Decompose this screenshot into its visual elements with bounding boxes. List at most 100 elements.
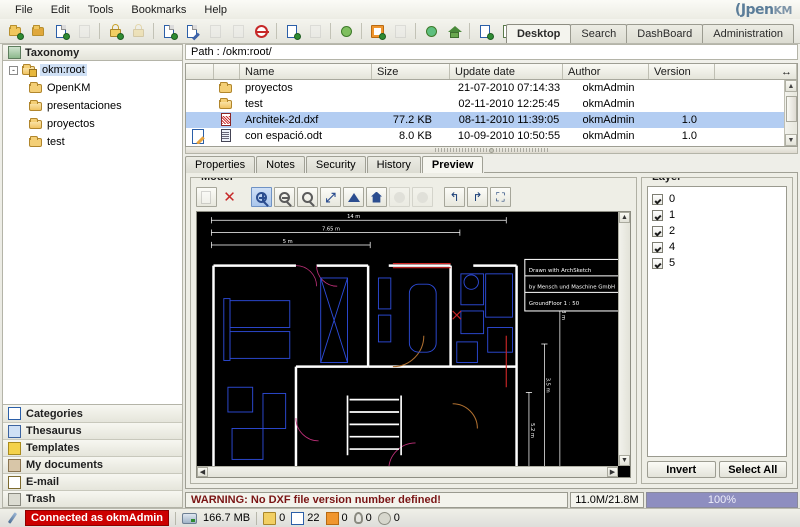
cancel-checkout-button[interactable] xyxy=(250,21,272,42)
tree-node-proyectos[interactable]: proyectos xyxy=(3,115,182,133)
layer-checkbox-0[interactable] xyxy=(652,193,663,205)
scroll-down-icon[interactable]: ▼ xyxy=(785,134,797,146)
tab-administration[interactable]: Administration xyxy=(702,24,794,43)
list-item[interactable]: 0 xyxy=(652,191,786,207)
tab-bar-filler xyxy=(484,156,798,173)
menu-item-bookmarks[interactable]: Bookmarks xyxy=(122,2,195,18)
lock-button[interactable] xyxy=(104,21,126,42)
tree-node-openkm[interactable]: OpenKM xyxy=(3,79,182,97)
select-all-button[interactable]: Select All xyxy=(718,461,787,478)
collapse-icon[interactable]: - xyxy=(9,65,18,75)
horizontal-splitter[interactable] xyxy=(185,147,798,154)
measure-button[interactable] xyxy=(343,187,364,207)
layer-checkbox-4[interactable] xyxy=(652,241,663,253)
send-mail-button[interactable] xyxy=(366,21,388,42)
row-action-cell[interactable] xyxy=(186,128,214,144)
download-document-button[interactable] xyxy=(50,21,72,42)
column-header-update-date[interactable]: Update date xyxy=(450,64,563,79)
progress-bar: 100% xyxy=(646,492,798,508)
sidebar-item-thesaurus[interactable]: Thesaurus xyxy=(3,422,182,439)
edit-document-button[interactable] xyxy=(181,21,203,42)
column-resize-handle[interactable]: ↔ xyxy=(715,64,797,79)
add-note-button[interactable] xyxy=(281,21,303,42)
tab-history[interactable]: History xyxy=(366,156,421,173)
create-folder-button[interactable] xyxy=(4,21,26,42)
tab-preview[interactable]: Preview xyxy=(421,156,484,173)
layer-list[interactable]: 0 1 2 4 5 xyxy=(647,186,787,457)
dxf-canvas-container[interactable]: 14 m 7.65 m 5 m 8 m 3.5 m 5.2 m Drawn wi… xyxy=(196,211,631,478)
find-folder-button[interactable] xyxy=(27,21,49,42)
home-icon xyxy=(447,24,462,39)
sidebar-item-my-documents[interactable]: My documents xyxy=(3,456,182,473)
tab-search[interactable]: Search xyxy=(570,24,628,43)
layer-checkbox-2[interactable] xyxy=(652,225,663,237)
rotate-left-icon: ↰ xyxy=(449,190,460,204)
table-row[interactable]: Architek-2d.dxf 77.2 KB 08-11-2010 11:39… xyxy=(186,112,797,128)
dxf-drawing[interactable]: 14 m 7.65 m 5 m 8 m 3.5 m 5.2 m Drawn wi… xyxy=(197,212,630,478)
refresh-button[interactable] xyxy=(420,21,442,42)
file-list-scrollbar[interactable]: ▲ ▼ xyxy=(784,80,797,146)
tab-security[interactable]: Security xyxy=(305,156,366,173)
canvas-scroll-up-icon[interactable]: ▲ xyxy=(619,212,630,223)
column-header-name[interactable]: Name xyxy=(240,64,372,79)
menu-item-tools[interactable]: Tools xyxy=(79,2,123,18)
tree-node-test[interactable]: test xyxy=(3,133,182,151)
layer-checkbox-5[interactable] xyxy=(652,257,663,269)
home-button[interactable] xyxy=(443,21,465,42)
tab-desktop[interactable]: Desktop xyxy=(505,24,572,43)
table-row[interactable]: con espació.odt 8.0 KB 10-09-2010 10:50:… xyxy=(186,128,797,144)
scroll-up-icon[interactable]: ▲ xyxy=(785,80,797,92)
list-item[interactable]: 2 xyxy=(652,223,786,239)
zoom-window-button[interactable] xyxy=(297,187,318,207)
column-header-version[interactable]: Version xyxy=(649,64,715,79)
sidebar-item-email[interactable]: E-mail xyxy=(3,473,182,490)
folder-open-icon xyxy=(219,98,233,110)
home-view-button[interactable] xyxy=(366,187,387,207)
menu-item-edit[interactable]: Edit xyxy=(42,2,79,18)
taxonomy-tree[interactable]: - okm:root OpenKM presentaciones proyect… xyxy=(2,61,183,405)
layer-checkbox-1[interactable] xyxy=(652,209,663,221)
canvas-horizontal-scrollbar[interactable]: ◀ ▶ xyxy=(197,466,618,477)
list-item[interactable]: 1 xyxy=(652,207,786,223)
column-header-blank1[interactable] xyxy=(186,64,214,79)
cell-version: 1.0 xyxy=(681,114,697,126)
sidebar-item-trash[interactable]: Trash xyxy=(3,490,182,507)
print-preview-button[interactable] xyxy=(196,187,217,207)
canvas-vertical-scrollbar[interactable]: ▲ ▼ xyxy=(618,212,630,466)
menu-item-help[interactable]: Help xyxy=(195,2,236,18)
row-type-cell xyxy=(214,96,240,112)
add-bookmark-button[interactable] xyxy=(474,21,496,42)
sidebar-item-categories[interactable]: Categories xyxy=(3,405,182,422)
canvas-scroll-right-icon[interactable]: ▶ xyxy=(607,467,618,477)
menu-item-file[interactable]: File xyxy=(6,2,42,18)
column-header-author[interactable]: Author xyxy=(563,64,649,79)
tree-node-presentaciones[interactable]: presentaciones xyxy=(3,97,182,115)
table-row[interactable]: proyectos 21-07-2010 07:14:33 okmAdmin xyxy=(186,80,797,96)
tab-properties[interactable]: Properties xyxy=(185,156,256,173)
sidebar-item-templates[interactable]: Templates xyxy=(3,439,182,456)
scroll-thumb[interactable] xyxy=(786,96,797,122)
zoom-in-button[interactable] xyxy=(251,187,272,207)
zoom-extents-button[interactable]: ⤢ xyxy=(320,187,341,207)
table-row[interactable]: test 02-11-2010 12:25:45 okmAdmin xyxy=(186,96,797,112)
invert-button[interactable]: Invert xyxy=(647,461,716,478)
edit-document-icon[interactable] xyxy=(191,129,205,144)
column-header-size[interactable]: Size xyxy=(372,64,450,79)
fit-page-button[interactable]: ⛶ xyxy=(490,187,511,207)
canvas-scroll-left-icon[interactable]: ◀ xyxy=(197,467,208,477)
list-item[interactable]: 5 xyxy=(652,255,786,271)
tree-node-okm-root[interactable]: - okm:root xyxy=(3,61,182,79)
tab-notes[interactable]: Notes xyxy=(256,156,305,173)
add-property-group-button[interactable] xyxy=(335,21,357,42)
rotate-left-button[interactable]: ↰ xyxy=(444,187,465,207)
canvas-scroll-down-icon[interactable]: ▼ xyxy=(619,455,630,466)
tab-dashboard[interactable]: DashBoard xyxy=(626,24,704,43)
rotate-right-button[interactable]: ↱ xyxy=(467,187,488,207)
add-document-button[interactable] xyxy=(158,21,180,42)
close-button[interactable]: ✕ xyxy=(219,187,240,207)
splitter-handle[interactable] xyxy=(489,147,494,153)
list-item[interactable]: 4 xyxy=(652,239,786,255)
column-header-blank2[interactable] xyxy=(214,64,240,79)
download-pdf-icon xyxy=(77,24,92,39)
zoom-out-button[interactable] xyxy=(274,187,295,207)
